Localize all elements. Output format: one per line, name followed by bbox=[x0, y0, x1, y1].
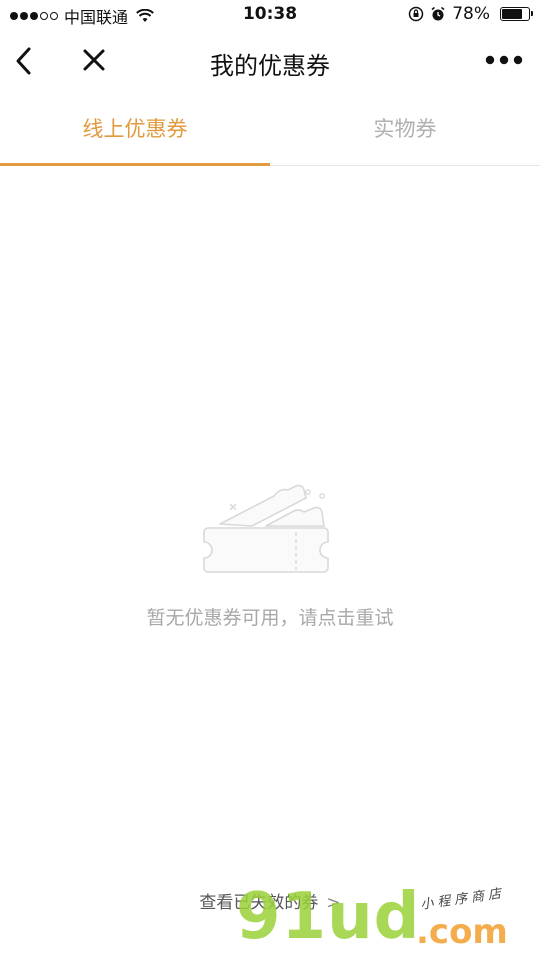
empty-ticket-icon bbox=[203, 484, 329, 573]
battery-fill bbox=[502, 9, 522, 19]
chevron-right-icon: > bbox=[326, 893, 341, 913]
tab-physical-coupons[interactable]: 实物券 bbox=[270, 92, 540, 165]
tab-bar: 线上优惠券 实物券 bbox=[0, 92, 540, 166]
battery-percent: 78% bbox=[452, 4, 490, 24]
watermark-domain: .com bbox=[416, 912, 508, 952]
nav-bar: 我的优惠券 bbox=[0, 30, 540, 92]
page-title: 我的优惠券 bbox=[210, 52, 330, 80]
more-dots-icon[interactable] bbox=[484, 50, 524, 70]
empty-retry-message[interactable]: 暂无优惠券可用，请点击重试 bbox=[0, 603, 540, 630]
status-bar: 中国联通 10:38 78% bbox=[0, 0, 540, 30]
tab-online-coupons[interactable]: 线上优惠券 bbox=[0, 92, 270, 165]
battery-tip bbox=[531, 11, 533, 16]
alarm-icon bbox=[431, 6, 445, 21]
orientation-lock-icon bbox=[408, 6, 424, 22]
view-expired-label: 查看已失效的券 bbox=[199, 893, 319, 913]
battery-icon bbox=[500, 7, 533, 21]
tab-active-indicator bbox=[0, 163, 270, 166]
status-right: 78% bbox=[408, 4, 533, 24]
view-expired-link[interactable]: 查看已失效的券 > bbox=[0, 888, 540, 913]
